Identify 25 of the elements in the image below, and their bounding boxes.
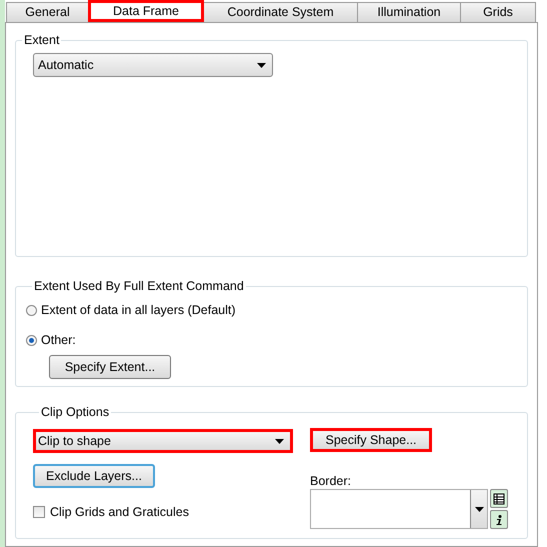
- exclude-layers-button[interactable]: Exclude Layers...: [33, 464, 155, 488]
- checkbox-label[interactable]: Clip Grids and Graticules: [50, 505, 189, 519]
- caret-icon: [275, 438, 284, 444]
- tab[interactable]: Grids: [460, 2, 536, 22]
- caret-icon: [474, 506, 484, 512]
- info-icon[interactable]: [490, 510, 508, 529]
- group-label: Extent: [23, 33, 60, 47]
- radio-label[interactable]: Extent of data in all layers (Default): [41, 303, 236, 317]
- field-label: Border:: [310, 474, 352, 488]
- specify-extent-button[interactable]: Specify Extent...: [49, 355, 171, 379]
- specify-shape-button[interactable]: Specify Shape...: [310, 428, 432, 452]
- group-label: Extent Used By Full Extent Command: [33, 279, 245, 293]
- checkbox[interactable]: [33, 506, 45, 518]
- radio-button[interactable]: [26, 334, 37, 346]
- tab[interactable]: General: [6, 2, 89, 22]
- radio-label[interactable]: Other:: [41, 333, 76, 347]
- radio-button[interactable]: [26, 304, 37, 316]
- caret-icon: [257, 62, 266, 68]
- table-icon[interactable]: [490, 489, 508, 508]
- tab[interactable]: Coordinate System: [203, 2, 358, 22]
- group-label: Clip Options: [40, 405, 110, 419]
- dropdown[interactable]: Automatic: [33, 53, 273, 77]
- tab[interactable]: Data Frame: [88, 0, 204, 22]
- tab[interactable]: Illumination: [357, 2, 461, 22]
- dropdown[interactable]: Clip to shape: [33, 429, 293, 453]
